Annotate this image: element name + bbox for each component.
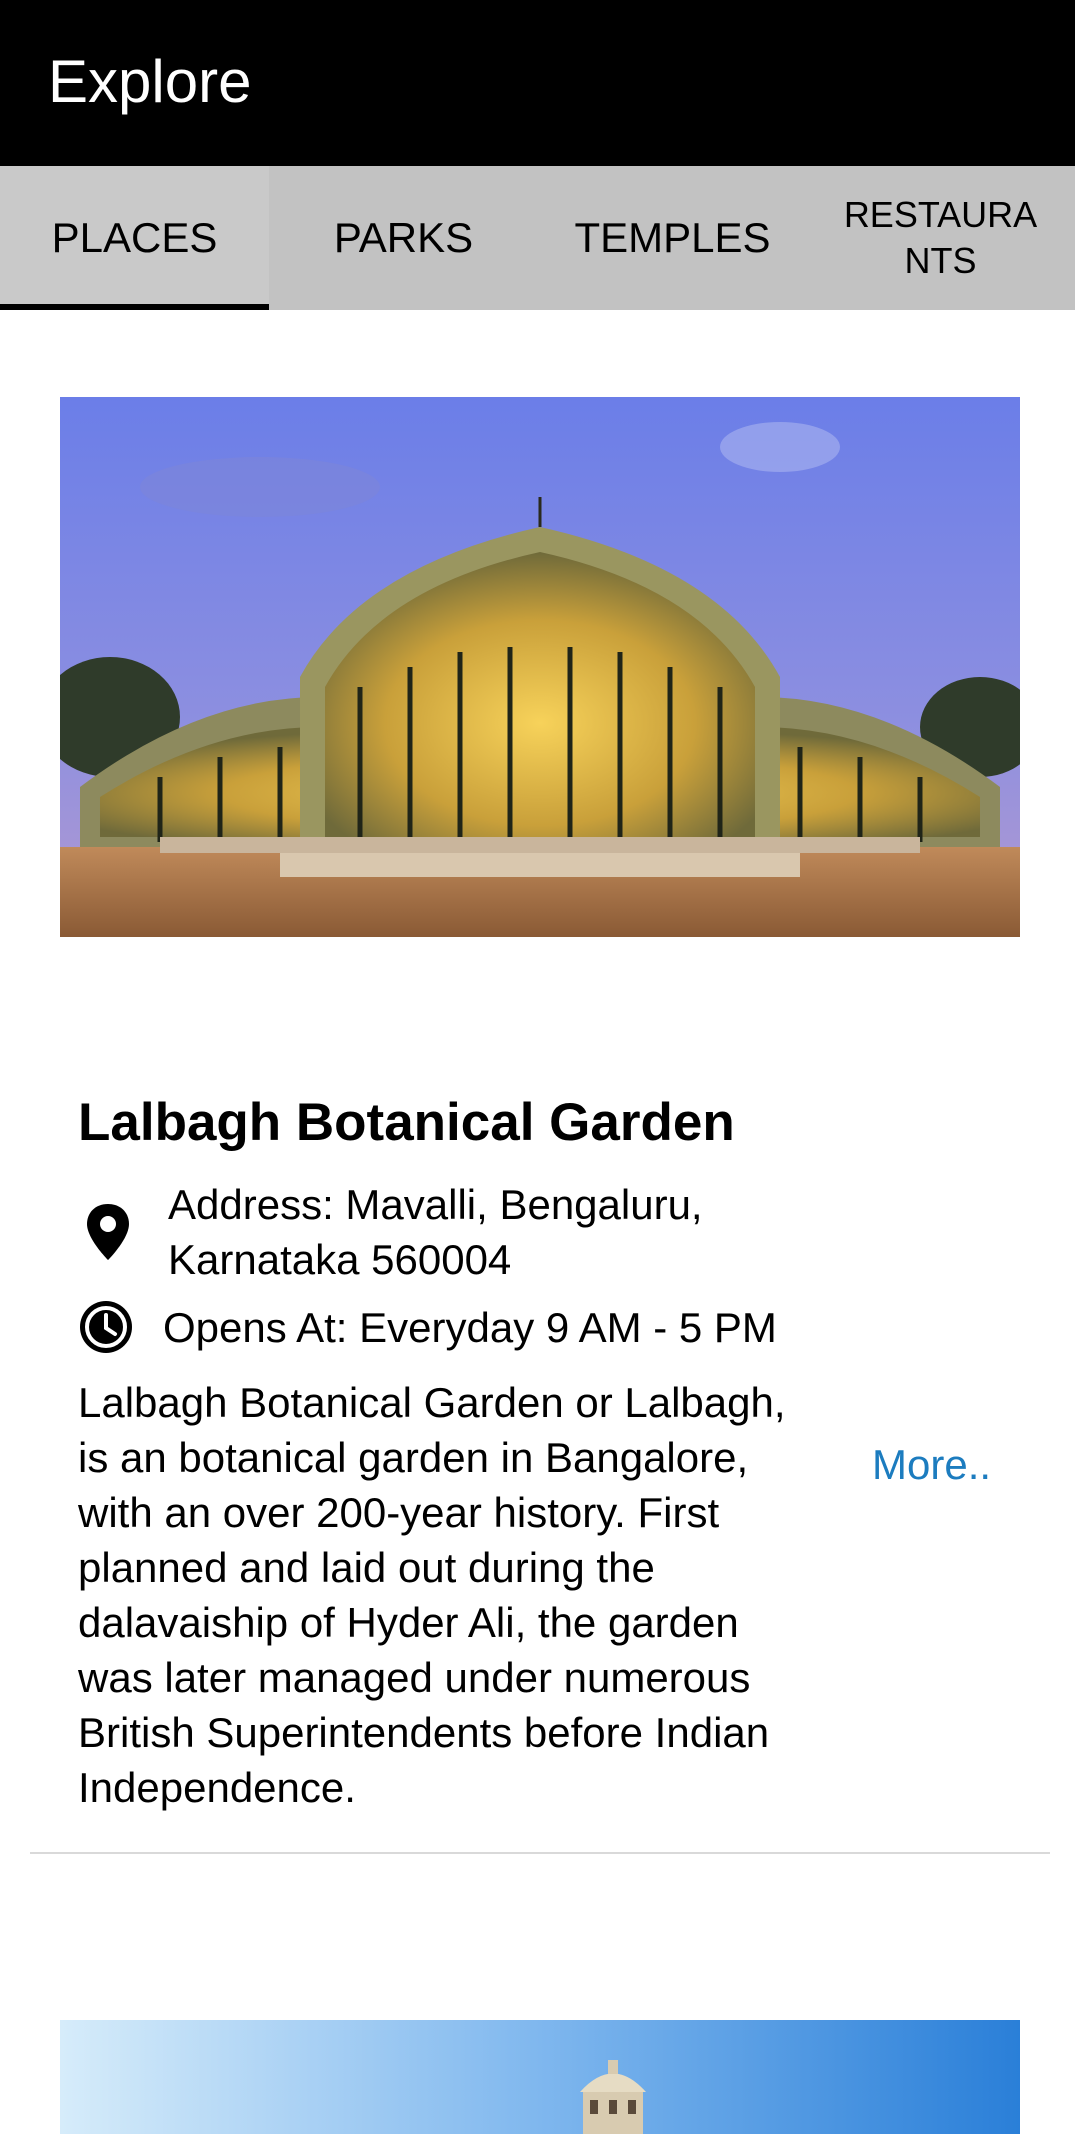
location-pin-icon: [87, 1204, 129, 1260]
card-divider: [30, 1852, 1050, 1854]
tab-temples-label: TEMPLES: [574, 214, 771, 261]
clock-icon: [80, 1301, 132, 1353]
tab-places-label: PLACES: [51, 214, 218, 261]
tab-parks[interactable]: PARKS: [269, 166, 538, 310]
next-place-image[interactable]: [60, 2020, 1020, 2134]
tab-restaurants[interactable]: RESTAURA NTS: [806, 166, 1075, 310]
tab-bar: PLACES PARKS TEMPLES RESTAURA NTS: [0, 166, 1075, 310]
tab-temples[interactable]: TEMPLES: [538, 166, 807, 310]
place-image[interactable]: [60, 397, 1020, 937]
place-title: Lalbagh Botanical Garden: [78, 1093, 735, 1152]
tab-restaurants-label: RESTAURA NTS: [843, 194, 1038, 281]
more-link[interactable]: More..: [872, 1437, 991, 1492]
app-bar: Explore: [0, 0, 1075, 166]
place-address: Address: Mavalli, Bengaluru, Karnataka 5…: [168, 1181, 703, 1283]
tab-parks-label: PARKS: [333, 214, 474, 261]
palace-tower-photo: [60, 2020, 1020, 2134]
place-description: Lalbagh Botanical Garden or Lalbagh, is …: [78, 1379, 786, 1811]
place-hours: Opens At: Everyday 9 AM - 5 PM: [163, 1304, 777, 1351]
tab-places[interactable]: PLACES: [0, 166, 269, 310]
glasshouse-photo: [60, 397, 1020, 937]
tab-active-indicator: [0, 304, 269, 310]
app-title: Explore: [48, 48, 252, 115]
